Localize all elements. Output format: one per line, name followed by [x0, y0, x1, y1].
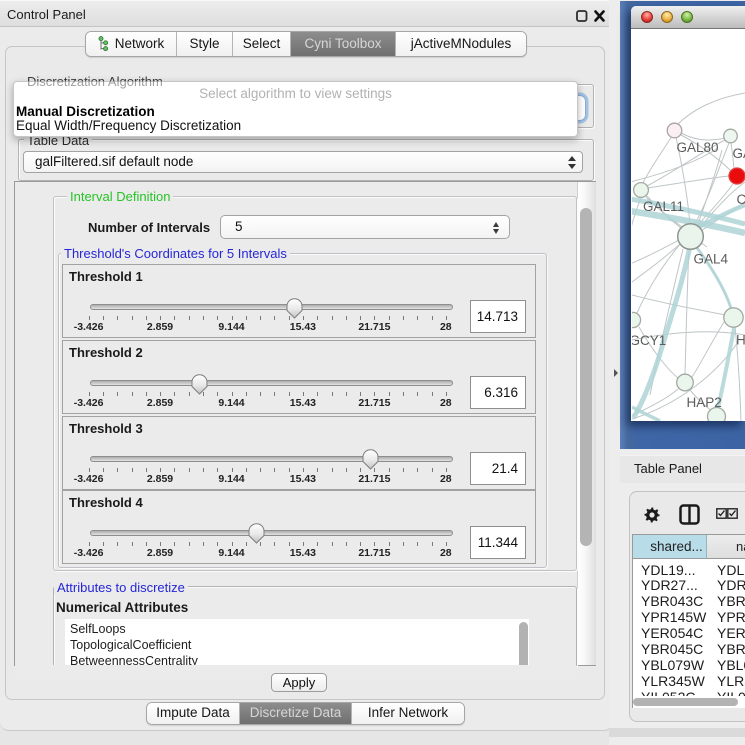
svg-text:H: H	[736, 333, 745, 348]
svg-text:GA: GA	[733, 146, 745, 161]
svg-text:GAL11: GAL11	[643, 199, 684, 214]
svg-text:GAL80: GAL80	[677, 140, 719, 155]
svg-text:GCY1: GCY1	[632, 333, 666, 348]
svg-text:HAP2: HAP2	[687, 395, 722, 410]
svg-text:GAL4: GAL4	[694, 252, 729, 267]
svg-text:CR: CR	[737, 192, 745, 207]
